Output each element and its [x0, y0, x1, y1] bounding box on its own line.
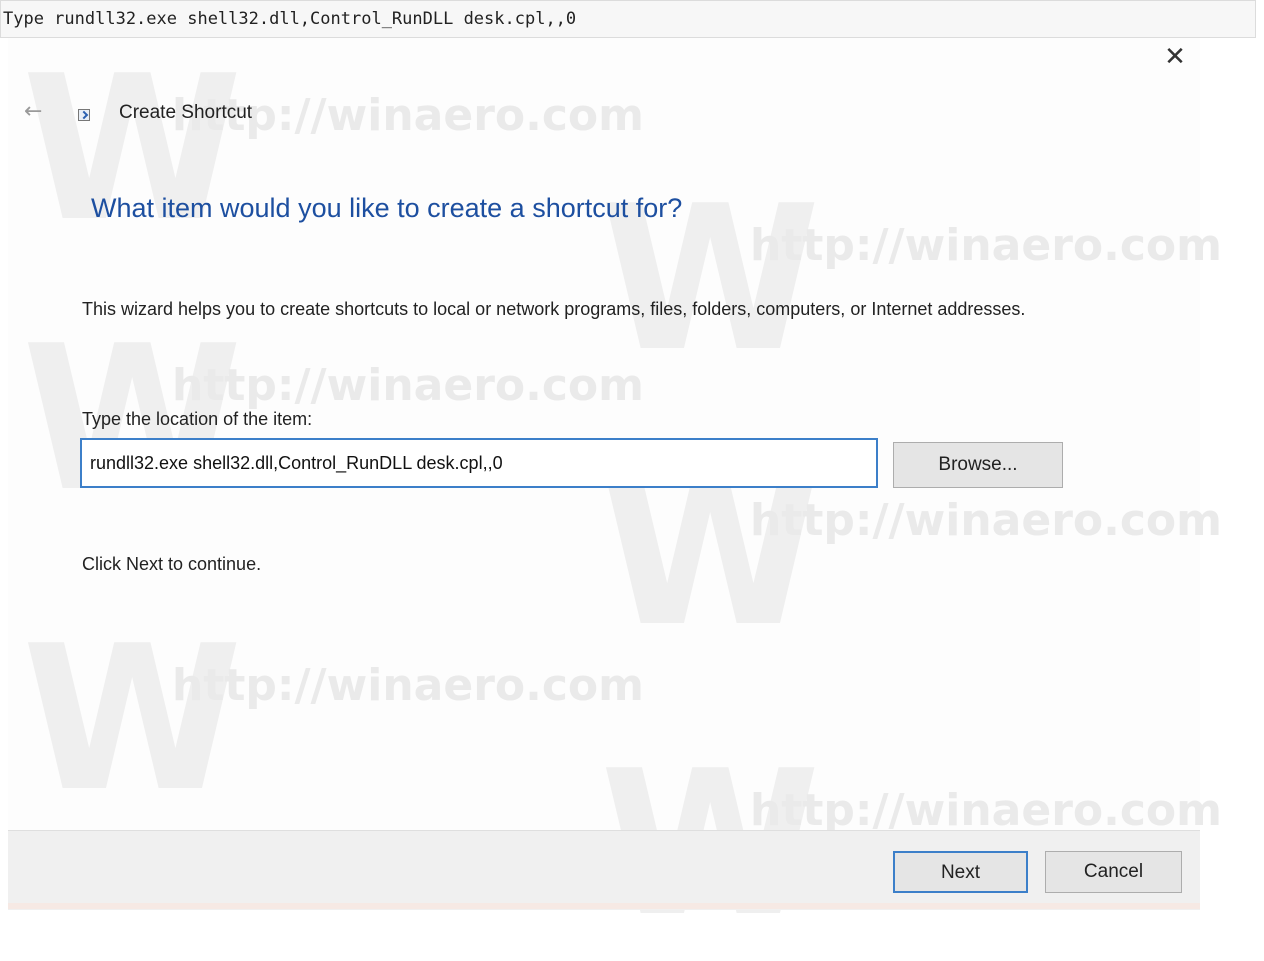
cancel-button[interactable]: Cancel [1045, 851, 1182, 893]
browse-button[interactable]: Browse... [893, 442, 1063, 488]
wizard-description: This wizard helps you to create shortcut… [82, 299, 1026, 319]
close-icon[interactable]: ✕ [1160, 42, 1190, 72]
continue-hint: Click Next to continue. [82, 554, 262, 574]
wizard-heading: What item would you like to create a sho… [91, 193, 683, 223]
window-title: Create Shortcut [119, 102, 253, 123]
location-label: Type the location of the item: [82, 409, 313, 429]
location-input[interactable] [80, 438, 878, 488]
back-arrow-icon[interactable]: ← [24, 100, 48, 124]
instruction-caption: Type rundll32.exe shell32.dll,Control_Ru… [0, 0, 1256, 38]
shortcut-icon [78, 109, 90, 121]
next-button[interactable]: Next [893, 851, 1028, 893]
bottom-border [8, 903, 1200, 909]
